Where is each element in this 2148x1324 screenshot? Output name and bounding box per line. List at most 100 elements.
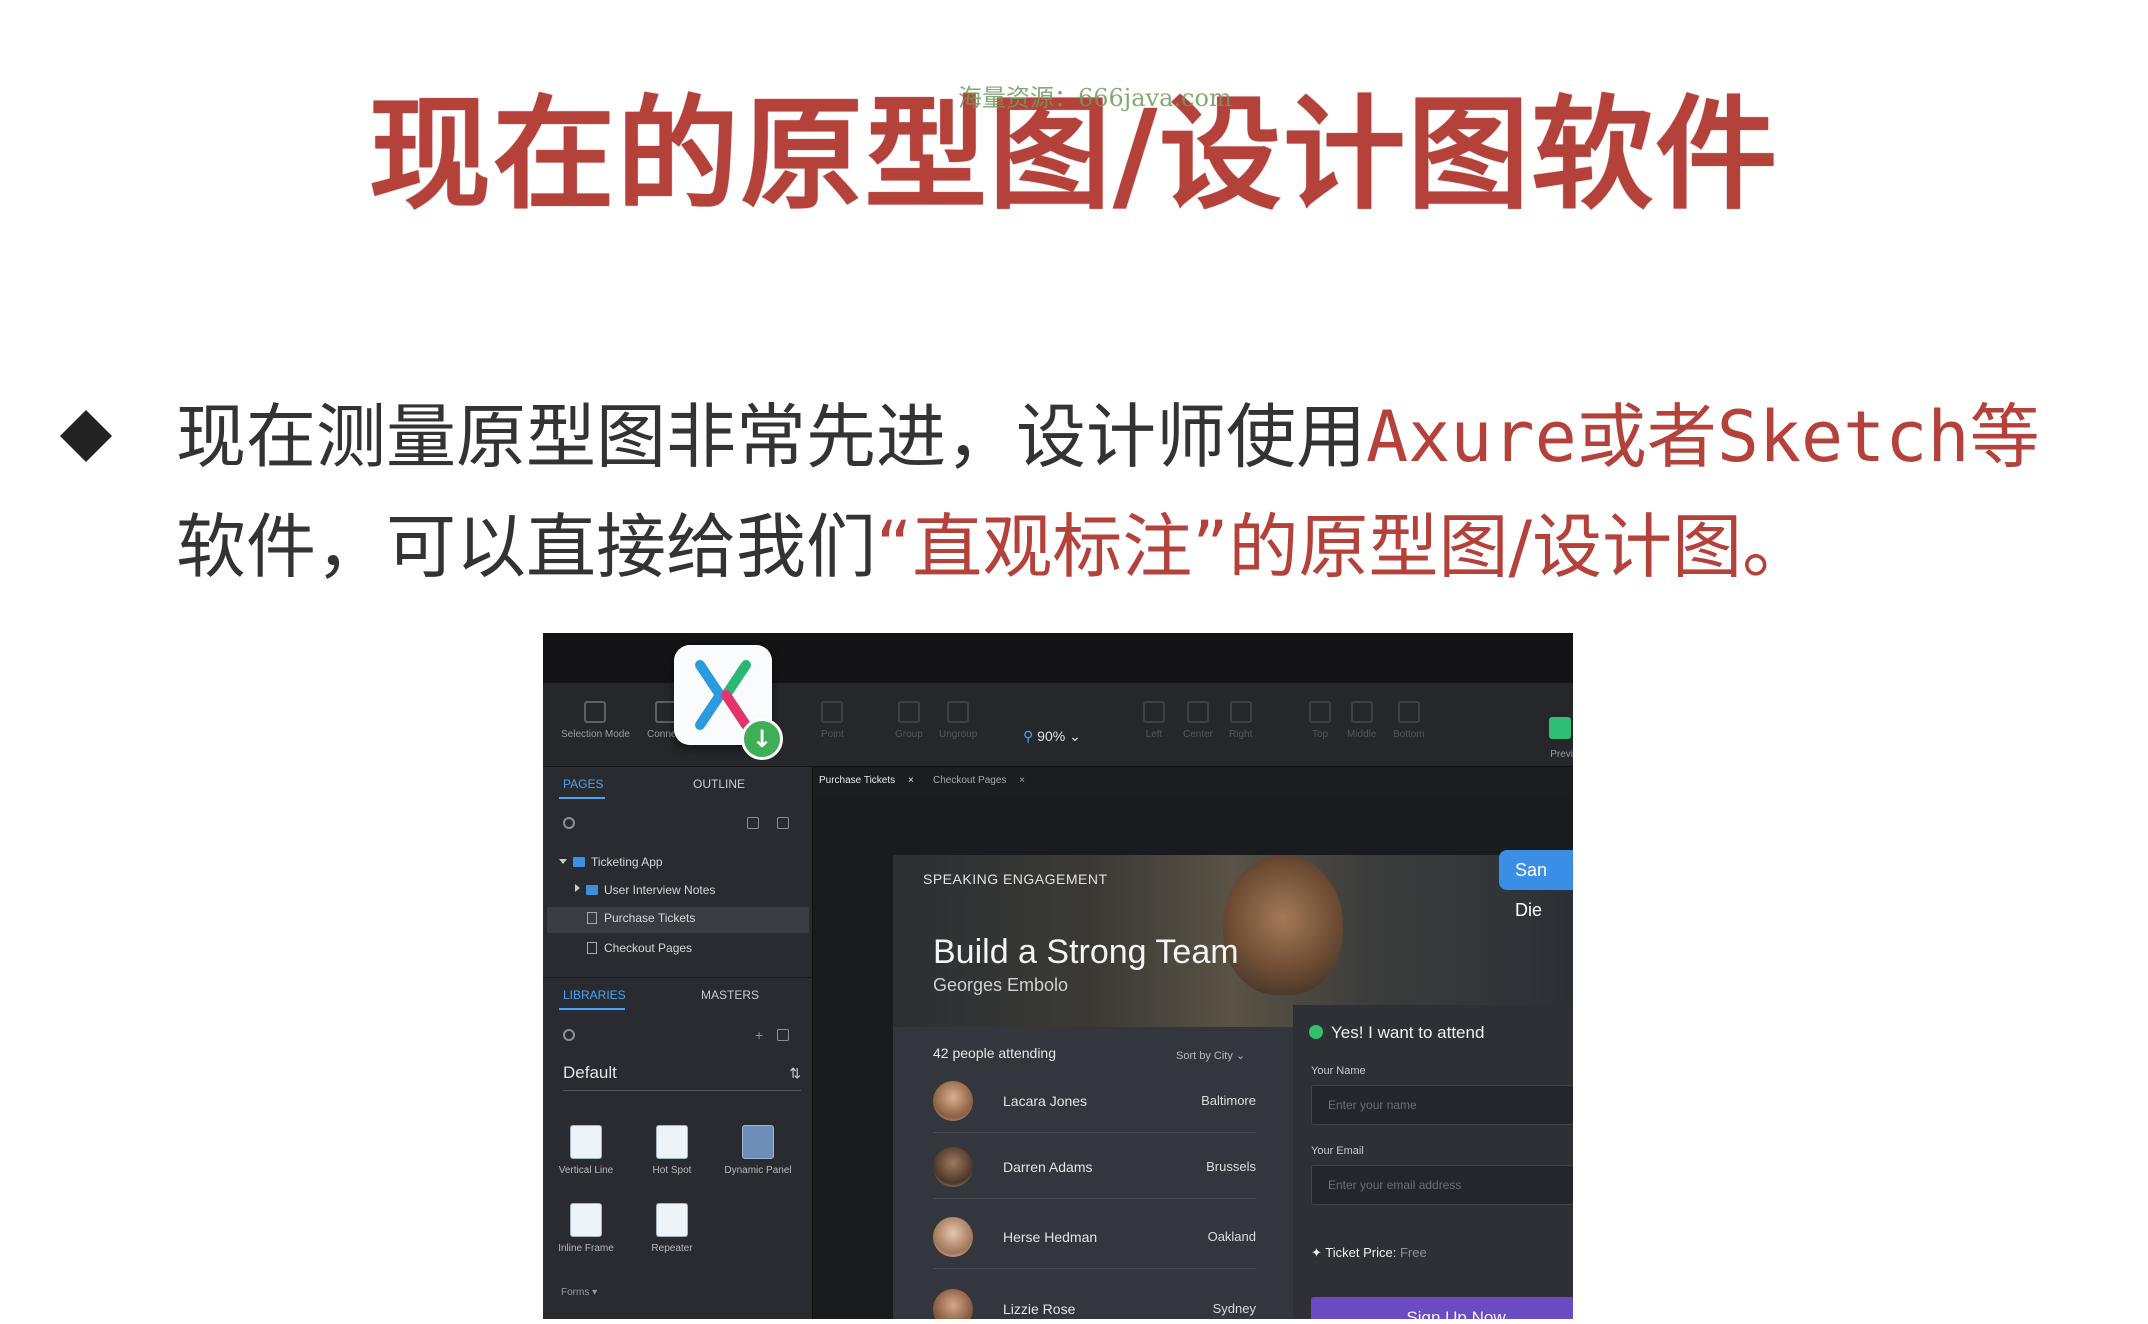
- avatar: [933, 1289, 973, 1319]
- tree-item-label: Checkout Pages: [604, 941, 693, 955]
- vertical-line-icon: [570, 1125, 602, 1159]
- bullet-line2-text: 软件，可以直接给我们: [176, 506, 876, 588]
- name-input[interactable]: Enter your name: [1311, 1085, 1573, 1125]
- selection-mode-tool[interactable]: Selection Mode: [561, 701, 630, 740]
- form-title-text: Yes! I want to attend: [1331, 1023, 1485, 1042]
- doc-tab-label: Checkout Pages: [933, 775, 1007, 786]
- align-middle-tool[interactable]: Middle: [1347, 701, 1376, 740]
- ungroup-tool[interactable]: Ungroup: [939, 701, 977, 740]
- check-circle-icon: [1309, 1025, 1323, 1039]
- document-tabs: Purchase Tickets × Checkout Pages ×: [813, 767, 1573, 797]
- list-item[interactable]: Darren Adams Brussels: [933, 1133, 1256, 1199]
- widget-label: Hot Spot: [652, 1165, 692, 1176]
- widget-inline-frame[interactable]: Inline Frame: [543, 1203, 629, 1254]
- hero-banner: SPEAKING ENGAGEMENT Build a Strong Team …: [893, 855, 1573, 1027]
- person-name: Herse Hedman: [1003, 1229, 1098, 1245]
- library-select[interactable]: Default ⇅: [563, 1063, 801, 1091]
- tab-libraries[interactable]: LIBRARIES: [563, 988, 626, 1002]
- align-middle-icon: [1350, 701, 1373, 723]
- close-icon[interactable]: ×: [1019, 775, 1025, 786]
- tree-item-purchase-tickets[interactable]: Purchase Tickets: [547, 907, 809, 933]
- add-page-icon[interactable]: [747, 817, 759, 829]
- library-options-icon[interactable]: [777, 1029, 789, 1041]
- attendee-count: 42 people attending: [933, 1045, 1056, 1061]
- tab-checkout-pages[interactable]: Checkout Pages ×: [933, 775, 1025, 786]
- selection-mode-icon: [584, 701, 607, 723]
- preview-icon[interactable]: [1549, 717, 1571, 739]
- left-panel: PAGES OUTLINE Ticketing App User Intervi…: [543, 767, 813, 1319]
- ungroup-label: Ungroup: [939, 729, 978, 740]
- tree-item-user-interview-notes[interactable]: User Interview Notes: [575, 883, 715, 897]
- select-chevron-icon: ⇅: [789, 1065, 801, 1081]
- tree-item-checkout-pages[interactable]: Checkout Pages: [587, 941, 692, 955]
- tree-item-label: Ticketing App: [591, 855, 663, 869]
- close-icon[interactable]: ×: [908, 775, 914, 786]
- align-center-icon: [1187, 701, 1209, 723]
- align-bottom-tool[interactable]: Bottom: [1393, 701, 1425, 740]
- widget-vertical-line[interactable]: Vertical Line: [543, 1125, 629, 1176]
- list-item[interactable]: Herse Hedman Oakland: [933, 1203, 1256, 1269]
- tab-pages[interactable]: PAGES: [563, 777, 603, 791]
- widget-label: Dynamic Panel: [724, 1165, 792, 1176]
- align-left-icon: [1143, 701, 1165, 723]
- bullet-line1-text: 现在测量原型图非常先进，设计师使用: [176, 396, 1366, 478]
- group-tool[interactable]: Group: [895, 701, 923, 740]
- hero-author: Georges Embolo: [933, 975, 1069, 995]
- person-city: Baltimore: [1201, 1093, 1256, 1108]
- add-folder-icon[interactable]: [777, 817, 789, 829]
- align-top-icon: [1309, 701, 1331, 723]
- tree-item-label: User Interview Notes: [604, 883, 716, 897]
- group-label: Group: [895, 729, 923, 740]
- tree-item-label: Purchase Tickets: [604, 911, 696, 925]
- point-tool[interactable]: Point: [821, 701, 844, 740]
- pages-search-icon[interactable]: [563, 817, 575, 829]
- hero-kicker: SPEAKING ENGAGEMENT: [923, 871, 1108, 887]
- caret-right-icon: [575, 884, 580, 892]
- form-title: Yes! I want to attend: [1309, 1023, 1484, 1043]
- widget-repeater[interactable]: Repeater: [629, 1203, 715, 1254]
- align-bottom-icon: [1397, 701, 1420, 723]
- list-item[interactable]: Lizzie Rose Sydney: [933, 1275, 1256, 1319]
- doc-tab-label: Purchase Tickets: [819, 775, 896, 786]
- library-select-value: Default: [563, 1063, 617, 1082]
- sign-up-button[interactable]: Sign Up Now: [1311, 1297, 1573, 1319]
- price-value: Free: [1399, 1245, 1427, 1260]
- align-left-tool[interactable]: Left: [1143, 701, 1165, 740]
- caret-down-icon: [559, 859, 567, 864]
- libraries-search-icon[interactable]: [563, 1029, 575, 1041]
- list-item[interactable]: Lacara Jones Baltimore: [933, 1067, 1256, 1133]
- widget-dynamic-panel[interactable]: Dynamic Panel: [715, 1125, 801, 1176]
- speaker-photo: [1223, 855, 1343, 995]
- watermark-text: 海量资源：666java.com: [958, 84, 1232, 112]
- page-icon: [587, 942, 597, 954]
- align-top-tool[interactable]: Top: [1309, 701, 1331, 740]
- hero-title: Build a Strong Team: [933, 933, 1239, 971]
- ticket-price: ✦ Ticket Price: Free: [1311, 1245, 1427, 1261]
- person-city: Oakland: [1207, 1229, 1256, 1244]
- pages-tab-underline: [559, 797, 605, 799]
- tab-masters[interactable]: MASTERS: [701, 988, 759, 1002]
- folder-icon: [586, 885, 598, 895]
- forms-section-label[interactable]: Forms ▾: [561, 1287, 597, 1298]
- align-right-tool[interactable]: Right: [1229, 701, 1252, 740]
- sort-dropdown[interactable]: Sort by City ⌄: [1176, 1049, 1245, 1062]
- price-label: Ticket Price:: [1325, 1245, 1397, 1260]
- tab-outline[interactable]: OUTLINE: [693, 777, 745, 791]
- widget-hot-spot[interactable]: Hot Spot: [629, 1125, 715, 1176]
- zoom-control[interactable]: ⚲ 90% ⌄: [1023, 728, 1081, 745]
- libraries-tabs: LIBRARIES MASTERS: [543, 977, 813, 1011]
- align-top-label: Top: [1311, 729, 1329, 740]
- tree-item-ticketing-app[interactable]: Ticketing App: [559, 855, 663, 869]
- align-center-tool[interactable]: Center: [1183, 701, 1213, 740]
- person-city: Sydney: [1212, 1301, 1256, 1316]
- libraries-tab-underline: [559, 1008, 625, 1010]
- ticket-icon: ✦: [1311, 1245, 1326, 1260]
- align-bottom-label: Bottom: [1393, 729, 1425, 740]
- zoom-search-icon: ⚲: [1023, 728, 1034, 744]
- add-library-icon[interactable]: +: [755, 1028, 767, 1042]
- zoom-value: 90%: [1037, 728, 1066, 744]
- attend-form: Yes! I want to attend Your Name Enter yo…: [1293, 1005, 1573, 1319]
- email-input[interactable]: Enter your email address: [1311, 1165, 1573, 1205]
- attendee-list: 42 people attending Sort by City ⌄ Lacar…: [893, 1027, 1295, 1319]
- tab-purchase-tickets[interactable]: Purchase Tickets ×: [819, 775, 914, 786]
